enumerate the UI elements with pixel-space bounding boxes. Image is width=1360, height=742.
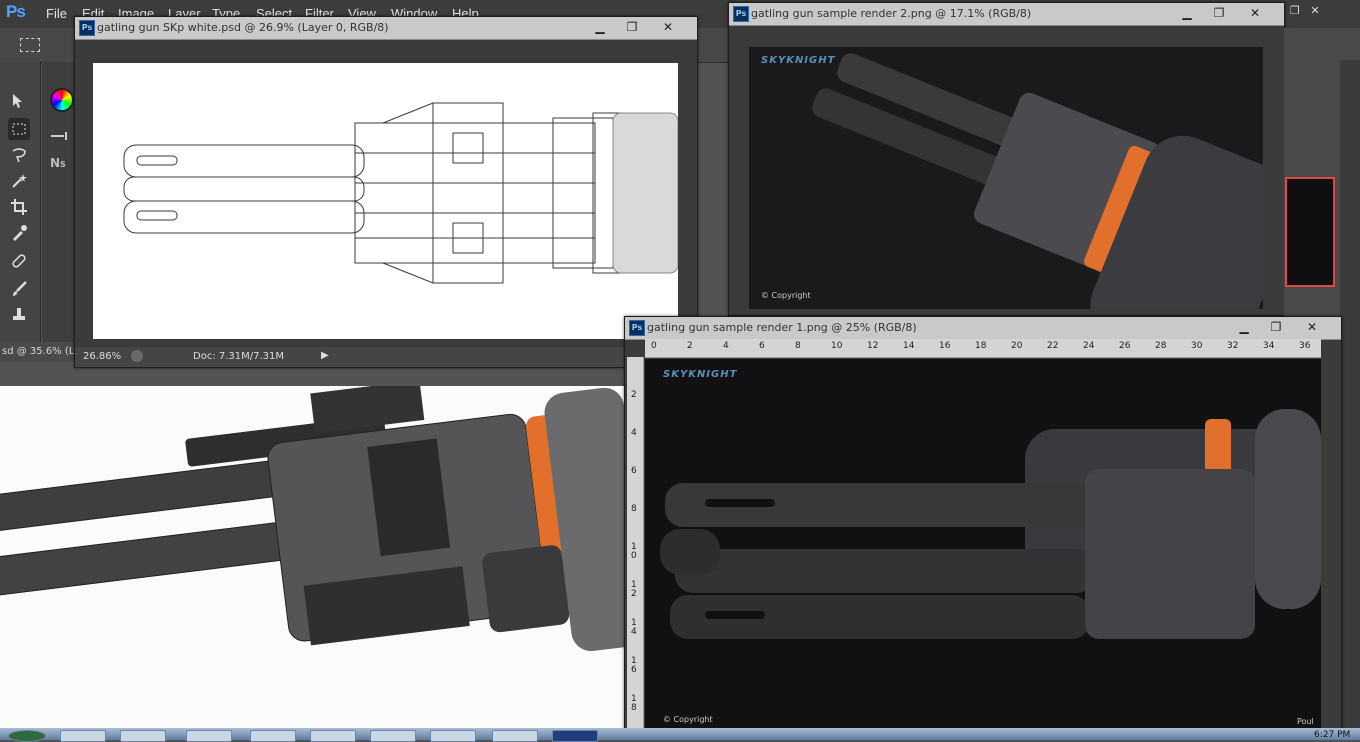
- restore-button[interactable]: ❐: [1208, 5, 1230, 21]
- ruler-v-label: 1 8: [631, 694, 637, 713]
- window-title: gatling gun sample render 1.png @ 25% (R…: [647, 321, 917, 334]
- ruler-h-label: 0: [651, 341, 657, 351]
- ruler-h-label: 26: [1119, 341, 1131, 351]
- crop-tool-icon[interactable]: [8, 196, 30, 218]
- taskbar-app-1[interactable]: [60, 730, 106, 742]
- ruler-h-label: 32: [1227, 341, 1239, 351]
- ruler-h-label: 12: [867, 341, 879, 351]
- copyright-text: © Copyright: [663, 715, 713, 724]
- vertical-ruler[interactable]: 2 4 6 8 1 0 1 2 1 4 1 6 1 8: [627, 357, 644, 731]
- taskbar-app-7[interactable]: [430, 730, 476, 742]
- taskbar-app-8[interactable]: [492, 730, 538, 742]
- restore-button[interactable]: ❐: [621, 19, 643, 35]
- ruler-v-label: 1 2: [631, 580, 637, 599]
- window-title: gatling gun SKp white.psd @ 26.9% (Layer…: [97, 21, 389, 34]
- document-window-render-2[interactable]: Ps gatling gun sample render 2.png @ 17.…: [728, 2, 1285, 316]
- corner-text: Poul: [1297, 717, 1314, 726]
- document-window-render-1[interactable]: Ps gatling gun sample render 1.png @ 25%…: [624, 316, 1342, 732]
- ruler-v-label: 6: [631, 466, 637, 476]
- ruler-h-label: 4: [723, 341, 729, 351]
- taskbar-clock[interactable]: 6:27 PM: [1314, 730, 1350, 740]
- ruler-h-label: 20: [1011, 341, 1023, 351]
- ruler-h-label: 28: [1155, 341, 1167, 351]
- brush-tool-icon[interactable]: [8, 278, 30, 300]
- ruler-h-label: 22: [1047, 341, 1059, 351]
- taskbar-app-photoshop[interactable]: [552, 730, 598, 742]
- ps-doc-icon: Ps: [733, 6, 749, 22]
- ruler-h-label: 6: [759, 341, 765, 351]
- status-arrow-icon[interactable]: ▶: [321, 350, 329, 361]
- magic-wand-tool-icon[interactable]: [8, 170, 30, 192]
- ruler-h-label: 18: [975, 341, 987, 351]
- restore-button[interactable]: ❐: [1265, 319, 1287, 335]
- zoom-level[interactable]: 26.86%: [83, 351, 121, 362]
- menu-file[interactable]: File: [46, 6, 67, 21]
- window-titlebar[interactable]: Ps gatling gun sample render 1.png @ 25%…: [625, 317, 1341, 340]
- ruler-h-label: 8: [795, 341, 801, 351]
- line-art-canvas[interactable]: [93, 63, 679, 339]
- status-bar: 26.86% Doc: 7.31M/7.31M ▶: [75, 347, 695, 367]
- color-wheel-icon[interactable]: [50, 88, 74, 112]
- ps-doc-icon: Ps: [79, 20, 95, 36]
- close-button[interactable]: ✕: [657, 19, 679, 35]
- horizontal-ruler[interactable]: 0 2 4 6 8 10 12 14 16 18 20 22 24 26 28 30 32 34 36: [645, 339, 1321, 358]
- close-button[interactable]: ✕: [1301, 319, 1323, 335]
- ruler-h-label: 30: [1191, 341, 1203, 351]
- marquee-tool-icon[interactable]: [8, 118, 30, 140]
- document-window-skp[interactable]: Ps gatling gun SKp white.psd @ 26.9% (La…: [74, 16, 698, 368]
- minimize-button[interactable]: ▁: [589, 19, 611, 35]
- taskbar-app-5[interactable]: [310, 730, 356, 742]
- taskbar-app-3[interactable]: [186, 730, 232, 742]
- render-canvas-2[interactable]: SKYKNIGHT © Copyright: [749, 47, 1263, 309]
- minimize-button[interactable]: ▁: [1176, 5, 1198, 21]
- ps-doc-icon: Ps: [629, 320, 645, 336]
- photoshop-logo: Ps: [6, 2, 26, 21]
- ruler-v-label: 2: [631, 390, 637, 400]
- window-titlebar[interactable]: Ps gatling gun sample render 2.png @ 17.…: [729, 3, 1284, 26]
- ruler-h-label: 16: [939, 341, 951, 351]
- copyright-text: © Copyright: [761, 291, 811, 300]
- ruler-h-label: 2: [687, 341, 693, 351]
- navigator-thumbnail[interactable]: [1285, 177, 1335, 287]
- minimize-button[interactable]: ▁: [1233, 319, 1255, 335]
- ruler-h-label: 14: [903, 341, 915, 351]
- taskbar-app-2[interactable]: [120, 730, 166, 742]
- ruler-v-label: 1 6: [631, 656, 637, 675]
- status-info-icon[interactable]: [131, 350, 143, 362]
- document-size: Doc: 7.31M/7.31M: [193, 351, 285, 362]
- close-button[interactable]: ✕: [1244, 5, 1266, 21]
- ruler-v-label: 1 4: [631, 618, 637, 637]
- taskbar-app-4[interactable]: [250, 730, 296, 742]
- move-tool-icon[interactable]: [8, 90, 30, 112]
- watermark-logo: SKYKNIGHT: [761, 55, 836, 66]
- taskbar-app-6[interactable]: [370, 730, 416, 742]
- window-titlebar[interactable]: Ps gatling gun SKp white.psd @ 26.9% (La…: [75, 17, 697, 40]
- stamp-tool-icon[interactable]: [8, 304, 30, 326]
- ruler-h-label: 34: [1263, 341, 1275, 351]
- eyedropper-tool-icon[interactable]: [8, 222, 30, 244]
- ruler-h-label: 24: [1083, 341, 1095, 351]
- rect-marquee-option-icon[interactable]: [20, 38, 40, 52]
- background-document-tab[interactable]: sd @ 35.6% (L: [0, 342, 80, 362]
- ruler-h-label: 10: [831, 341, 843, 351]
- ruler-v-label: 4: [631, 428, 637, 438]
- healing-brush-tool-icon[interactable]: [8, 250, 30, 272]
- app-window-controls[interactable]: ❐ ✕: [1290, 4, 1356, 18]
- brush-preset-icon[interactable]: [50, 130, 72, 142]
- window-title: gatling gun sample render 2.png @ 17.1% …: [751, 7, 1032, 20]
- background-document-canvas: [0, 386, 628, 730]
- ruler-v-label: 1 0: [631, 542, 637, 561]
- lasso-tool-icon[interactable]: [8, 144, 30, 166]
- background-doc-title: sd @ 35.6% (L: [2, 346, 75, 357]
- watermark-logo: SKYKNIGHT: [663, 369, 738, 380]
- ruler-h-label: 36: [1299, 341, 1311, 351]
- ruler-v-label: 8: [631, 504, 637, 514]
- plugin-logo-icon: NS: [50, 156, 66, 170]
- panel-icon-column: [1340, 60, 1360, 730]
- render-canvas-1[interactable]: SKYKNIGHT © Copyright Poul: [645, 359, 1321, 731]
- start-button[interactable]: [8, 730, 46, 742]
